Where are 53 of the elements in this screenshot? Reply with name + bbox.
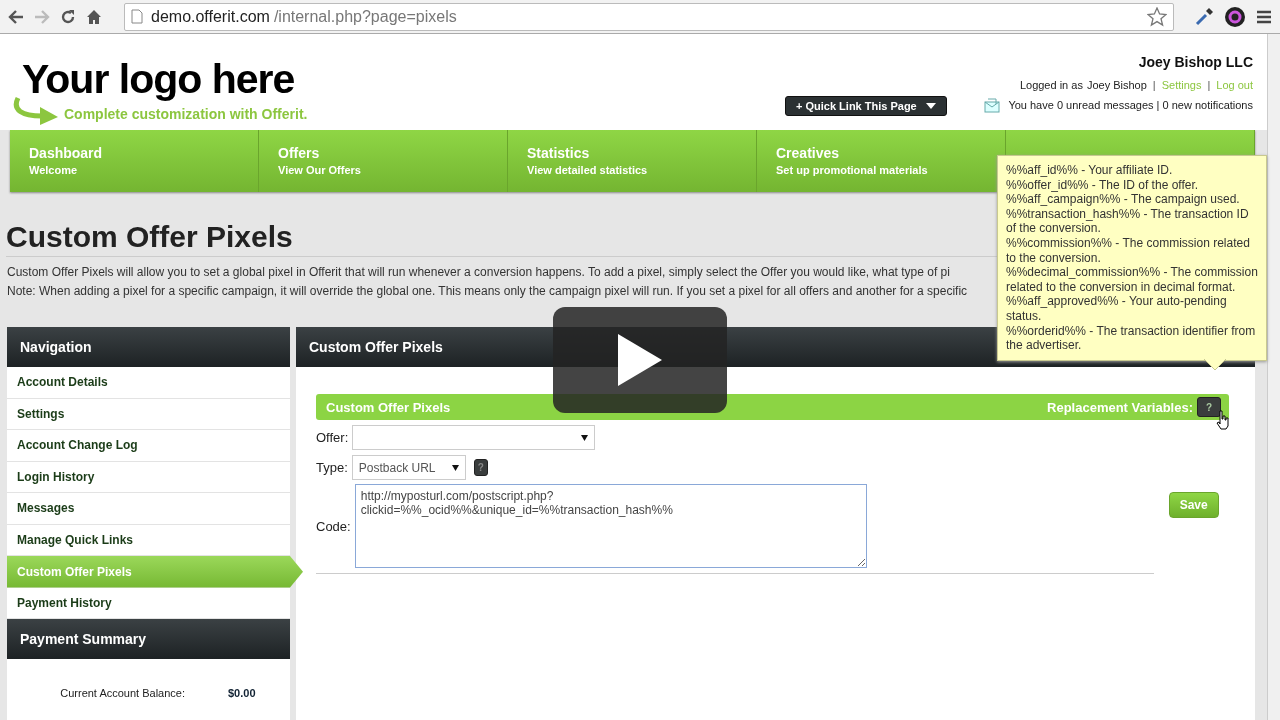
type-label: Type: bbox=[316, 460, 348, 475]
reload-icon[interactable] bbox=[60, 8, 76, 25]
code-label: Code: bbox=[316, 518, 351, 534]
home-icon[interactable] bbox=[86, 8, 102, 25]
logo-text: Your logo here bbox=[22, 55, 295, 104]
caret-icon bbox=[581, 434, 589, 441]
sidebar-item[interactable]: Login History bbox=[7, 461, 290, 493]
sidebar-item[interactable]: Account Details bbox=[7, 367, 290, 399]
caret-icon bbox=[926, 103, 936, 109]
messages-text: You have 0 unread messages | 0 new notifications bbox=[1008, 99, 1253, 111]
back-icon[interactable] bbox=[8, 9, 24, 24]
sidebar-item[interactable]: Account Change Log bbox=[7, 430, 290, 462]
url-host: demo.offerit.com bbox=[151, 7, 270, 26]
address-bar[interactable]: demo.offerit.com /internal.php?page=pixels bbox=[124, 2, 1174, 31]
sidebar-item[interactable]: Messages bbox=[7, 493, 290, 525]
page-icon bbox=[131, 9, 143, 24]
menu-icon[interactable] bbox=[1256, 8, 1272, 25]
play-button[interactable] bbox=[553, 307, 727, 413]
sidebar-header: Navigation bbox=[7, 327, 290, 367]
type-select[interactable]: Postback URL bbox=[351, 455, 466, 480]
scrollbar[interactable] bbox=[1267, 34, 1280, 720]
help-button[interactable]: ? bbox=[1197, 397, 1221, 417]
tooltip-text: %%offer_id%% - The ID of the offer. bbox=[1006, 177, 1200, 193]
tooltip-text: %%aff_campaign%% - The campaign used. bbox=[1006, 192, 1241, 207]
eyedropper-icon[interactable] bbox=[1194, 6, 1214, 27]
sidebar-item[interactable]: Payment History bbox=[7, 587, 290, 619]
user-name: Joey Bishop bbox=[1086, 79, 1147, 91]
replacement-variables-label: Replacement Variables: bbox=[1047, 399, 1193, 415]
sidebar-item[interactable]: Settings bbox=[7, 398, 290, 430]
link-separator: | bbox=[1152, 79, 1156, 91]
tooltip-text: %%decimal_commission%% - The commission related to the conversion in decimal format. bbox=[1006, 265, 1258, 295]
summary-label: Current Account Balance: bbox=[59, 687, 185, 699]
description-text: Custom Offer Pixels will allow you to set a global pixel in Offerit that will run whenever a conversion happens. To add a pixel, simply select the Offer you would like, what type of pi bbox=[7, 265, 950, 280]
company-name: Joey Bishop LLC bbox=[1137, 54, 1253, 70]
sidebar-header: Payment Summary bbox=[7, 619, 290, 659]
offer-label: Offer: bbox=[316, 430, 349, 445]
tooltip-text: %%aff_approved%% - Your auto-pending status. bbox=[1006, 294, 1228, 324]
summary-value: $0.00 bbox=[228, 687, 256, 699]
tooltip-text: %%aff_id%% - Your affiliate ID. bbox=[1006, 163, 1174, 178]
url-path: /internal.php?page=pixels bbox=[273, 7, 457, 26]
caret-icon bbox=[451, 464, 459, 471]
description-text: Note: When adding a pixel for a specific campaign, it will override the global one. This means only the campaign pixel will run. If you set a pixel for all offers and another for a specific bbox=[7, 284, 968, 299]
logged-in-label: Logged in as bbox=[1019, 79, 1083, 91]
logo-tagline: Complete customization with Offerit. bbox=[64, 106, 308, 122]
code-field[interactable]: http://myposturl.com/postscript.php? clickid=%%_ocid%%&unique_id=%%transaction_hash%% bbox=[354, 484, 867, 568]
section-title: Custom Offer Pixels bbox=[326, 399, 451, 415]
sidebar-item[interactable]: Manage Quick Links bbox=[7, 524, 290, 556]
curved-arrow-icon bbox=[12, 96, 60, 126]
play-icon bbox=[616, 332, 664, 388]
link-separator: | bbox=[1207, 79, 1211, 91]
quick-link-button[interactable]: + Quick Link This Page bbox=[785, 96, 947, 116]
star-icon[interactable] bbox=[1147, 6, 1167, 27]
hand-cursor-icon bbox=[1216, 410, 1230, 430]
